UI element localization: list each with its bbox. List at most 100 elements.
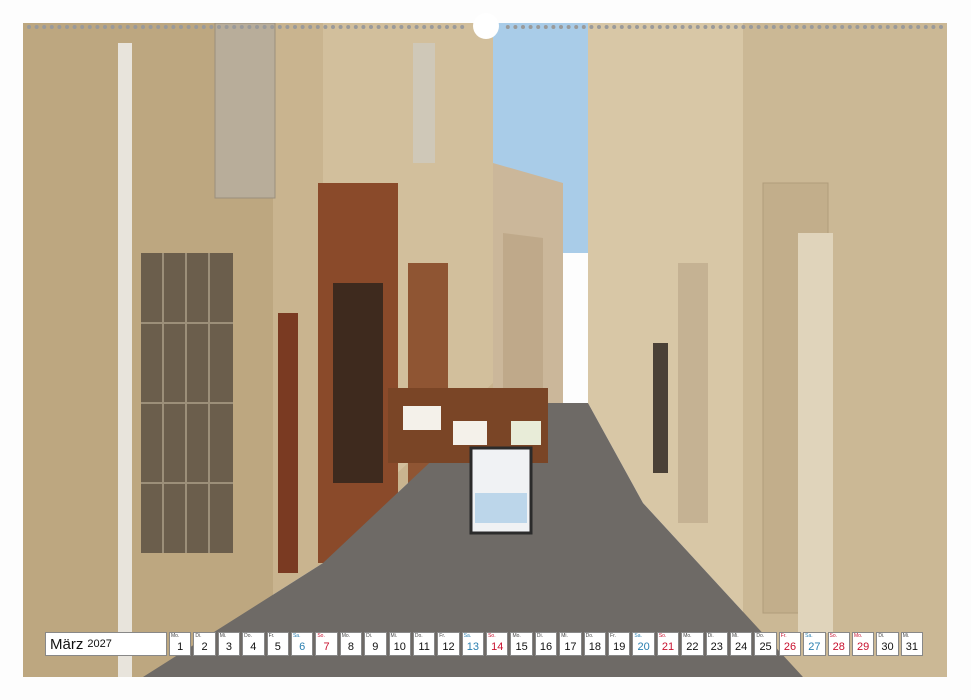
weekday-label: Mo. — [853, 633, 863, 639]
binding-hole — [57, 25, 62, 29]
month-name: März — [50, 635, 84, 653]
binding-hole — [27, 25, 31, 29]
binding-hole — [391, 25, 396, 29]
weekday-label: So. — [829, 633, 838, 639]
binding-hole — [460, 25, 465, 29]
day-number: 29 — [857, 641, 870, 653]
binding-hole — [574, 25, 579, 29]
binding-hole — [711, 25, 715, 29]
weekday-label: Mi. — [390, 633, 398, 639]
binding-hole — [179, 25, 183, 29]
binding-hole — [376, 25, 381, 29]
binding-hole — [42, 25, 47, 29]
binding-hole — [802, 25, 807, 29]
binding-hole — [749, 25, 753, 29]
weekday-label: Do. — [244, 633, 252, 639]
binding-hole — [923, 25, 928, 29]
binding-hole — [642, 25, 647, 29]
binding-hole — [346, 25, 351, 29]
binding-hole — [308, 25, 313, 29]
binding-hole — [581, 25, 586, 29]
binding-hole — [338, 25, 343, 29]
day-cell: Di. 23 — [705, 632, 728, 656]
binding-hole — [695, 25, 700, 29]
shutter — [214, 23, 276, 199]
binding-hole — [688, 25, 693, 29]
day-cell: Do. 18 — [583, 632, 607, 656]
binding-hole — [315, 25, 320, 29]
binding-hole — [703, 25, 708, 29]
binding-hole — [832, 25, 837, 29]
binding-hole — [277, 25, 282, 29]
day-number: 1 — [177, 641, 184, 653]
day-cell: Do. 4 — [242, 632, 265, 656]
weekday-label: Di. — [707, 633, 714, 639]
day-cell: Mo. 29 — [851, 632, 875, 656]
day-cell: Do. 25 — [754, 632, 777, 656]
day-cell: Fr. 5 — [266, 632, 289, 656]
binding-hole — [224, 25, 229, 29]
weekday-label: Mi. — [902, 633, 910, 639]
weekday-label: Mo. — [683, 633, 692, 639]
binding-hole — [156, 25, 161, 29]
binding-hole — [293, 25, 297, 29]
binding-hole — [680, 25, 685, 29]
binding-hole — [270, 25, 275, 29]
weekday-label: Mi. — [219, 633, 227, 639]
street-photo — [23, 23, 947, 677]
weekday-label: So. — [488, 633, 496, 639]
binding-hole — [445, 25, 449, 29]
binding-hole — [650, 25, 655, 29]
month-year: 2027 — [87, 638, 112, 650]
weekday-label: Di. — [536, 633, 543, 639]
shutter-far — [413, 43, 435, 163]
binding-hole — [361, 25, 366, 29]
binding-hole — [65, 25, 69, 29]
day-cell: Do. 11 — [412, 632, 436, 656]
day-cell: Sa. 13 — [461, 632, 485, 656]
drain-pipe — [118, 43, 132, 677]
binding-hole — [148, 25, 153, 29]
menu-paper-3 — [511, 421, 541, 445]
day-number: 21 — [661, 641, 675, 653]
binding-hole — [72, 25, 77, 29]
day-number: 27 — [808, 641, 821, 653]
binding-hole — [331, 25, 335, 29]
binding-hole — [657, 25, 662, 29]
binding-hole — [87, 25, 92, 29]
binding-hole — [908, 25, 913, 29]
binding-hole — [604, 25, 609, 29]
day-cell: Mo. 1 — [169, 632, 192, 656]
day-number: 11 — [418, 641, 430, 653]
binding-hole — [779, 25, 784, 29]
day-number: 22 — [686, 641, 699, 653]
binding-hole — [817, 25, 822, 29]
day-cell: Sa. 27 — [803, 632, 826, 656]
binding-hole — [209, 25, 214, 29]
weekday-label: Fr. — [610, 633, 616, 639]
day-cell: Di. 2 — [193, 632, 216, 656]
binding-hole — [110, 25, 115, 29]
day-number: 13 — [466, 641, 479, 653]
binding-hole — [665, 25, 670, 29]
binding-hole — [847, 25, 852, 29]
door-frame-far — [678, 263, 708, 523]
binding-hole — [133, 25, 138, 29]
weekday-label: Fr. — [439, 633, 446, 639]
calendar-strip: März 2027 Mo. 1 Di. 2 Mi. 3 Do. 4 Fr. 5 Sa. 6 So. 7 Mo… — [45, 632, 927, 656]
day-number: 15 — [515, 641, 528, 653]
day-cell: So. 21 — [656, 632, 680, 656]
binding-hole — [34, 25, 39, 29]
day-number: 10 — [393, 641, 406, 653]
binding-hole — [414, 25, 419, 29]
binding-hole — [369, 25, 373, 29]
binding-hole — [399, 25, 404, 29]
weekday-label: Di. — [195, 633, 202, 639]
menu-paper-2 — [453, 421, 487, 445]
day-number: 23 — [710, 641, 723, 653]
weekday-label: Do. — [756, 633, 765, 639]
binding-hole — [939, 25, 943, 29]
weekday-label: So. — [317, 633, 325, 639]
day-number: 2 — [201, 641, 208, 653]
weekday-label: Sa. — [292, 633, 301, 639]
